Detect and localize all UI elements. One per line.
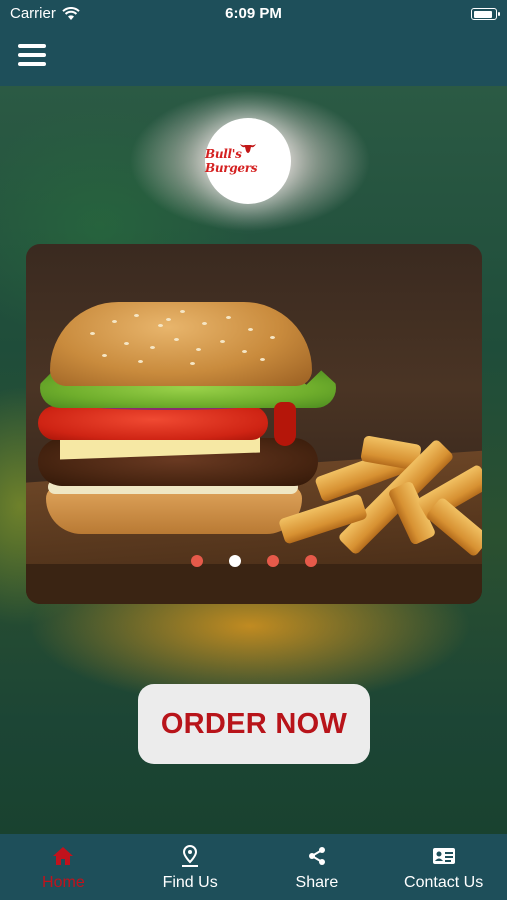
wood-board-edge (26, 564, 482, 604)
tab-find-us[interactable]: Find Us (127, 834, 254, 900)
tab-share-label: Share (295, 874, 339, 891)
tab-contact-us[interactable]: Contact Us (380, 834, 507, 900)
carousel-pagination (26, 555, 482, 567)
tab-home[interactable]: Home (0, 834, 127, 900)
tab-contact-us-label: Contact Us (404, 874, 484, 891)
contact-card-icon (432, 844, 456, 868)
order-now-button[interactable]: ORDER NOW (138, 684, 370, 764)
brand-logo: Bull's Burgers (205, 118, 291, 204)
battery-icon (471, 8, 500, 20)
status-bar: Carrier 6:09 PM (0, 0, 507, 30)
tab-find-us-label: Find Us (162, 874, 218, 891)
location-pin-icon (178, 844, 202, 868)
bull-head-icon (240, 144, 256, 153)
image-carousel[interactable] (26, 244, 482, 604)
carousel-dot[interactable] (191, 555, 203, 567)
home-icon (51, 844, 75, 868)
carousel-dot[interactable] (267, 555, 279, 567)
nav-bar (0, 30, 507, 86)
battery-level (473, 10, 493, 18)
tab-home-label: Home (42, 874, 85, 891)
hamburger-menu-icon[interactable] (18, 44, 46, 68)
carousel-dot[interactable] (229, 555, 241, 567)
tab-bar: Home Find Us Share Contact Us (0, 834, 507, 900)
carousel-dot[interactable] (305, 555, 317, 567)
share-icon (305, 844, 329, 868)
tab-share[interactable]: Share (254, 834, 381, 900)
burger-image (38, 302, 338, 547)
main-content: Bull's Burgers ORDER NOW (0, 86, 507, 834)
status-time: 6:09 PM (225, 5, 282, 22)
